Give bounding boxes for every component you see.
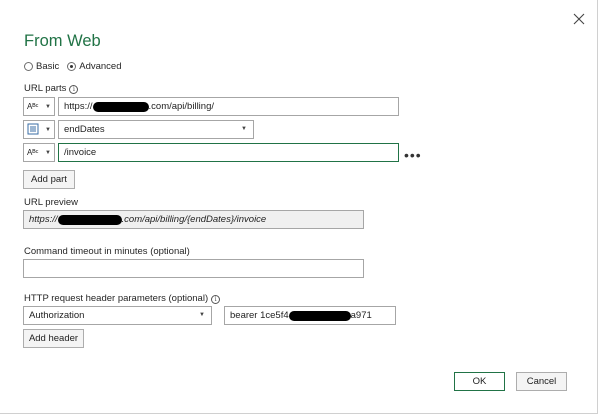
advanced-radio-circle[interactable] bbox=[67, 62, 77, 71]
add-part-button[interactable]: Add part bbox=[23, 170, 75, 189]
url-part-3-input[interactable]: /invoice bbox=[58, 143, 399, 162]
header-value-input[interactable]: bearer 1ce5f4 a971 bbox=[224, 306, 396, 325]
advanced-radio[interactable]: Advanced bbox=[67, 61, 122, 72]
url-part-2-value: endDates bbox=[64, 124, 105, 135]
url-part-1-type-dropdown[interactable]: Aᴮᶜ ▼ bbox=[23, 97, 55, 116]
url-part-2-type-dropdown[interactable]: ▼ bbox=[23, 120, 55, 139]
more-options-icon[interactable]: ••• bbox=[404, 147, 422, 163]
text-type-icon: Aᴮᶜ bbox=[27, 102, 39, 111]
header-value-prefix: bearer 1ce5f4 bbox=[230, 310, 289, 321]
info-icon[interactable]: i bbox=[211, 295, 221, 304]
chevron-down-icon: ▼ bbox=[45, 126, 51, 133]
command-timeout-label: Command timeout in minutes (optional) bbox=[24, 246, 190, 257]
close-icon[interactable] bbox=[572, 12, 586, 26]
redacted-block bbox=[288, 310, 351, 321]
info-icon[interactable]: i bbox=[69, 85, 79, 94]
url-preview-suffix: .com/api/billing/{endDates}/invoice bbox=[121, 214, 267, 225]
url-part-1-prefix: https:// bbox=[64, 101, 93, 112]
url-part-1-input[interactable]: https:// .com/api/billing/ bbox=[58, 97, 399, 116]
header-name-select[interactable]: Authorization ▼ bbox=[23, 306, 212, 325]
cancel-button[interactable]: Cancel bbox=[516, 372, 567, 391]
redacted-block bbox=[57, 214, 122, 225]
header-name-value: Authorization bbox=[29, 310, 85, 321]
command-timeout-input[interactable] bbox=[23, 259, 364, 278]
url-preview-prefix: https:// bbox=[29, 214, 58, 225]
url-parts-label: URL parts i bbox=[24, 83, 79, 94]
add-header-button[interactable]: Add header bbox=[23, 329, 84, 348]
http-header-label-text: HTTP request header parameters (optional… bbox=[24, 293, 209, 304]
url-part-3-value: /invoice bbox=[64, 147, 97, 158]
url-preview-field: https:// .com/api/billing/{endDates}/invo… bbox=[23, 210, 364, 229]
basic-radio[interactable]: Basic bbox=[24, 61, 59, 72]
url-part-3-type-dropdown[interactable]: Aᴮᶜ ▼ bbox=[23, 143, 55, 162]
url-preview-label: URL preview bbox=[24, 197, 79, 208]
url-part-1-suffix: .com/api/billing/ bbox=[148, 101, 214, 112]
basic-radio-label: Basic bbox=[36, 61, 60, 72]
mode-radio-group: Basic Advanced bbox=[24, 61, 130, 72]
chevron-down-icon: ▼ bbox=[45, 103, 51, 110]
url-parts-label-text: URL parts bbox=[24, 83, 67, 94]
chevron-down-icon: ▼ bbox=[45, 149, 51, 156]
chevron-down-icon: ▼ bbox=[199, 312, 205, 318]
basic-radio-circle[interactable] bbox=[24, 62, 33, 71]
text-type-icon: Aᴮᶜ bbox=[27, 148, 39, 157]
redacted-block bbox=[92, 101, 149, 112]
dialog-title: From Web bbox=[24, 32, 101, 50]
parameter-type-icon bbox=[27, 123, 43, 137]
ok-button[interactable]: OK bbox=[454, 372, 505, 391]
advanced-radio-label: Advanced bbox=[79, 61, 122, 72]
header-value-suffix: a971 bbox=[350, 310, 372, 321]
http-header-label: HTTP request header parameters (optional… bbox=[24, 293, 221, 304]
chevron-down-icon: ▼ bbox=[241, 126, 247, 132]
url-part-2-parameter-select[interactable]: endDates ▼ bbox=[58, 120, 254, 139]
from-web-dialog: From Web Basic Advanced URL parts i Aᴮᶜ ▼… bbox=[0, 0, 598, 414]
